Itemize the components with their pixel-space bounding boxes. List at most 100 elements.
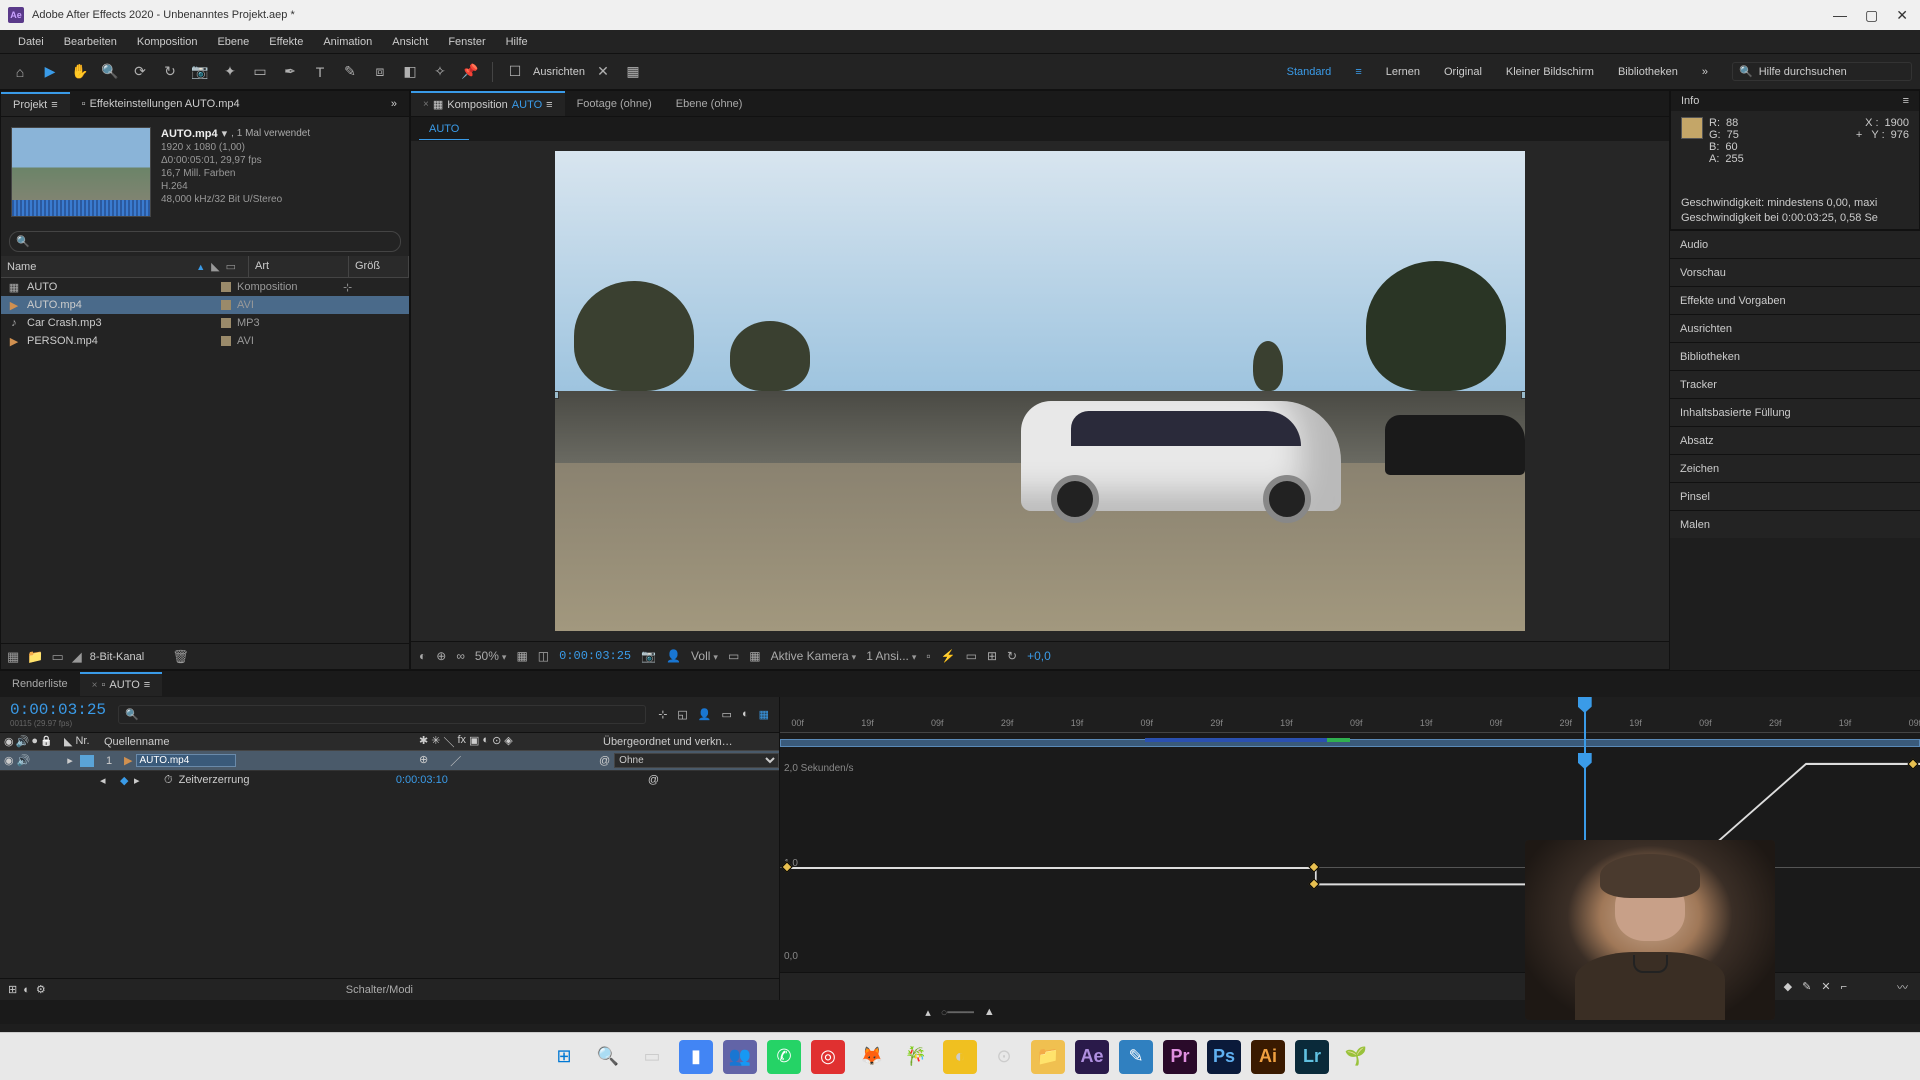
fast-preview-icon[interactable]: ⚡ xyxy=(941,649,956,663)
ease-icon[interactable]: ⌐ xyxy=(1841,981,1847,993)
menu-animation[interactable]: Animation xyxy=(315,32,380,52)
lightroom-icon[interactable]: Lr xyxy=(1295,1040,1329,1074)
snapshot-icon[interactable]: 📷 xyxy=(641,649,656,663)
asset-dropdown-icon[interactable]: ▾ xyxy=(222,127,228,140)
app-icon-1[interactable]: ▮ xyxy=(679,1040,713,1074)
snap-tool[interactable]: ✕ xyxy=(591,60,615,84)
asset-label-color[interactable] xyxy=(221,336,231,346)
stopwatch-icon[interactable]: ⏱ xyxy=(164,774,173,787)
layer-video-toggle[interactable]: ◉ xyxy=(4,754,14,767)
menu-ansicht[interactable]: Ansicht xyxy=(384,32,436,52)
label-col-icon[interactable]: ◣ xyxy=(64,735,72,748)
graph-editor-icon[interactable]: ▦ xyxy=(759,708,769,721)
panel-zeichen[interactable]: Zeichen xyxy=(1670,454,1920,482)
guides-icon[interactable]: ◫ xyxy=(538,649,549,663)
panel-pinsel[interactable]: Pinsel xyxy=(1670,482,1920,510)
zoom-slider-right-icon[interactable]: ▲ xyxy=(984,1006,995,1018)
draft-3d-icon[interactable]: ◱ xyxy=(677,708,687,721)
asset-thumbnail[interactable] xyxy=(11,127,151,217)
channel-icon[interactable]: ⊕ xyxy=(436,649,446,663)
property-row[interactable]: ◂ ◆ ▸ ⏱ Zeitverzerrung 0:00:03:10 @ xyxy=(0,771,779,789)
expression-pickwhip-icon[interactable]: @ xyxy=(648,774,659,786)
text-tool[interactable]: T xyxy=(308,60,332,84)
panel-ausrichten[interactable]: Ausrichten xyxy=(1670,314,1920,342)
pan-behind-tool[interactable]: ✦ xyxy=(218,60,242,84)
new-folder-icon[interactable]: 📁 xyxy=(27,649,43,665)
exposure-val[interactable]: +0,0 xyxy=(1027,649,1051,663)
zoom-slider-left-icon[interactable]: ▴ xyxy=(925,1006,931,1019)
bit-depth[interactable]: 8-Bit-Kanal xyxy=(90,651,144,663)
comp-flow-icon[interactable]: ▦ xyxy=(433,98,443,111)
info-tab[interactable]: Info xyxy=(1681,95,1699,107)
layer-audio-toggle[interactable]: 🔊 xyxy=(17,754,31,767)
lock-col-icon[interactable] xyxy=(40,735,52,748)
panel-absatz[interactable]: Absatz xyxy=(1670,426,1920,454)
snap-grid-tool[interactable]: ▦ xyxy=(621,60,645,84)
zoom-tool[interactable]: 🔍 xyxy=(98,60,122,84)
asset-label-color[interactable] xyxy=(221,282,231,292)
panel-tracker[interactable]: Tracker xyxy=(1670,370,1920,398)
home-tool[interactable]: ⌂ xyxy=(8,60,32,84)
col-header-size[interactable]: Größ xyxy=(349,256,409,277)
tab-effekteinstellungen[interactable]: ▫ Effekteinstellungen AUTO.mp4 » xyxy=(70,93,409,115)
asset-row[interactable]: ▶ AUTO.mp4 AVI xyxy=(1,296,409,314)
menu-fenster[interactable]: Fenster xyxy=(440,32,493,52)
app-icon-5[interactable]: 🌱 xyxy=(1339,1040,1373,1074)
task-view-icon[interactable]: ▭ xyxy=(635,1040,669,1074)
pickwhip-icon[interactable]: @ xyxy=(599,755,610,767)
asset-row[interactable]: ▦ AUTO Komposition ⊹ xyxy=(1,278,409,296)
workspace-standard[interactable]: Standard xyxy=(1287,66,1332,78)
time-ruler[interactable]: 00f19f09f29f19f09f29f19f09f19f09f29f19f0… xyxy=(780,697,1920,733)
reset-exp-icon[interactable]: ↻ xyxy=(1007,649,1017,663)
menu-effekte[interactable]: Effekte xyxy=(261,32,311,52)
edit-keys-icon[interactable]: ✎ xyxy=(1802,980,1811,993)
prop-value[interactable]: 0:00:03:10 xyxy=(396,774,448,786)
layer-row[interactable]: ◉🔊 ▸ 1 ▶ ⊕／ @ Ohne xyxy=(0,751,779,771)
timeline-search[interactable]: 🔍 xyxy=(118,705,646,724)
camera-select[interactable]: Aktive Kamera xyxy=(771,649,857,663)
flowchart-icon[interactable]: ⊞ xyxy=(987,649,997,663)
resolution-select[interactable]: Voll xyxy=(691,649,718,663)
minimize-button[interactable]: ― xyxy=(1833,7,1847,24)
search-taskbar-icon[interactable]: 🔍 xyxy=(591,1040,625,1074)
schalter-modi[interactable]: Schalter/Modi xyxy=(346,984,413,996)
toggle-transfer-icon[interactable]: ⚙ xyxy=(36,983,46,996)
brush-tool[interactable]: ✎ xyxy=(338,60,362,84)
panel-audio[interactable]: Audio xyxy=(1670,230,1920,258)
toggle-switches-icon[interactable]: ⊞ xyxy=(8,983,17,996)
pixel-aspect-icon[interactable]: ▫ xyxy=(926,649,930,663)
prev-key-icon[interactable]: ◂ xyxy=(100,774,120,787)
tab-footage[interactable]: Footage (ohne) xyxy=(565,93,664,115)
hand-tool[interactable]: ✋ xyxy=(68,60,92,84)
interpret-footage-icon[interactable]: ▦ xyxy=(7,649,19,665)
panel-vorschau[interactable]: Vorschau xyxy=(1670,258,1920,286)
timeline-timecode[interactable]: 0:00:03:25 xyxy=(10,701,106,719)
layer-bar[interactable] xyxy=(780,739,1920,747)
eraser-tool[interactable]: ◧ xyxy=(398,60,422,84)
menu-ebene[interactable]: Ebene xyxy=(209,32,257,52)
comp-flow-icon[interactable]: ⊹ xyxy=(343,281,403,294)
app-icon-3[interactable]: ◐ xyxy=(943,1040,977,1074)
orbit-tool[interactable]: ⟳ xyxy=(128,60,152,84)
camera-tool[interactable]: 📷 xyxy=(188,60,212,84)
app-icon-red[interactable]: ◎ xyxy=(811,1040,845,1074)
tab-timeline-auto[interactable]: × ▫ AUTO ≡ xyxy=(80,672,163,696)
tab-komposition[interactable]: × ▦ Komposition AUTO ≡ xyxy=(411,91,565,116)
delete-icon[interactable]: 🗑 xyxy=(172,649,189,665)
comp-mini-flow-icon[interactable]: ⊹ xyxy=(658,708,667,721)
explorer-icon[interactable]: 📁 xyxy=(1031,1040,1065,1074)
selection-tool[interactable]: ▶ xyxy=(38,60,62,84)
pen-tool[interactable]: ✒ xyxy=(278,60,302,84)
workspace-lernen[interactable]: Lernen xyxy=(1386,66,1420,78)
photoshop-icon[interactable]: Ps xyxy=(1207,1040,1241,1074)
toggle-modes-icon[interactable]: ◐ xyxy=(23,984,30,996)
rotation-tool[interactable]: ↻ xyxy=(158,60,182,84)
video-frame[interactable] xyxy=(555,151,1525,631)
teams-icon[interactable]: 👥 xyxy=(723,1040,757,1074)
easy-ease-icon[interactable]: 〰 xyxy=(1897,979,1908,995)
close-icon[interactable]: × xyxy=(423,99,429,110)
add-key-icon[interactable]: ◆ xyxy=(120,774,134,787)
close-icon[interactable]: × xyxy=(92,680,98,691)
panel-inhaltsbasierte-füllung[interactable]: Inhaltsbasierte Füllung xyxy=(1670,398,1920,426)
workspace-overflow-icon[interactable]: » xyxy=(1702,66,1708,78)
